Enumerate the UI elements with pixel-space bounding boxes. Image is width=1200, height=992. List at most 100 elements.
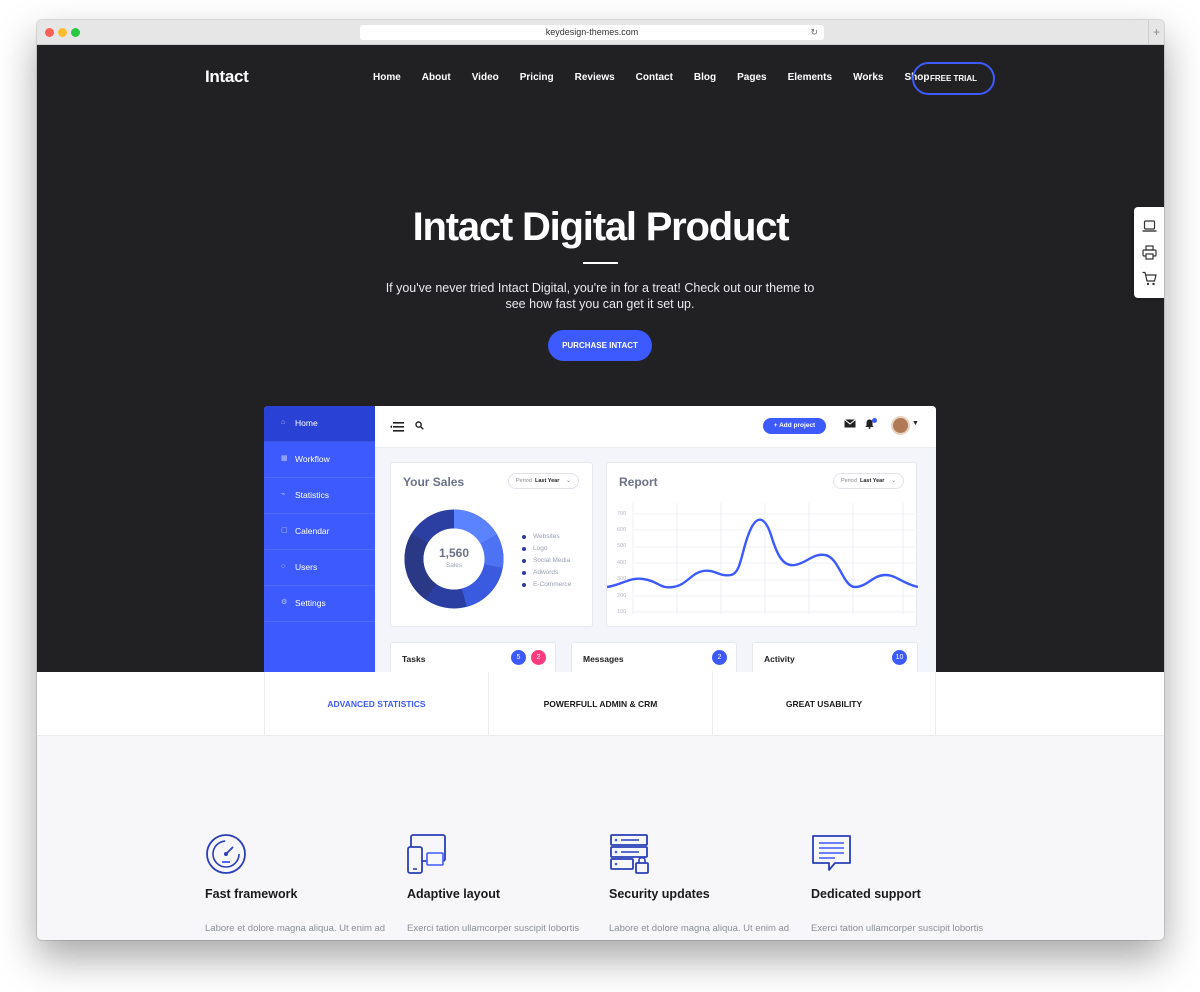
activity-label: Activity	[764, 654, 795, 664]
nav-item-about[interactable]: About	[422, 72, 451, 83]
browser-toolbar: keydesign-themes.com ↻ +	[37, 20, 1164, 45]
tasks-count-badge: 5	[511, 650, 526, 665]
messages-label: Messages	[583, 654, 624, 664]
sales-total: 1,560	[438, 546, 470, 560]
gear-icon: ⚙	[281, 599, 288, 606]
report-card: Report Period Last Year ⌄ 700 600 500 40…	[606, 462, 918, 627]
feature-text: Labore et dolore magna aliqua. Ut enim a…	[609, 923, 790, 934]
nav-item-video[interactable]: Video	[472, 72, 499, 83]
sales-period-select[interactable]: Period Last Year ⌄	[508, 473, 579, 489]
activity-count-badge: 10	[892, 650, 907, 665]
chevron-down-icon: ⌄	[565, 478, 571, 484]
dash-sidebar-label: Home	[295, 418, 318, 428]
legend-item: E-Commerce	[522, 579, 571, 591]
dash-sidebar-label: Workflow	[295, 454, 330, 464]
legend-item: Social Media	[522, 555, 571, 567]
user-icon: ○	[281, 563, 286, 570]
server-lock-icon	[610, 834, 649, 874]
dash-sidebar-label: Calendar	[295, 526, 330, 536]
nav-item-reviews[interactable]: Reviews	[575, 72, 615, 83]
period-label: Period	[841, 478, 857, 484]
close-window-button[interactable]	[45, 28, 54, 37]
features-section: Fast framework Labore et dolore magna al…	[37, 736, 1164, 940]
feature-title: Adaptive layout	[407, 887, 501, 901]
nav-item-blog[interactable]: Blog	[694, 72, 716, 83]
add-project-button[interactable]: + Add project	[763, 418, 826, 434]
period-value: Last Year	[534, 478, 560, 484]
messages-count-badge: 2	[712, 650, 727, 665]
grid-icon: ▦	[281, 455, 288, 462]
tasks-alert-badge: 2	[531, 650, 546, 665]
menu-icon[interactable]	[390, 422, 404, 435]
chat-icon	[812, 835, 851, 871]
nav-item-pages[interactable]: Pages	[737, 72, 766, 83]
nav-item-works[interactable]: Works	[853, 72, 883, 83]
chart-icon: ⌁	[281, 491, 286, 498]
dash-sidebar-label: Settings	[295, 598, 326, 608]
dash-sidebar-label: Statistics	[295, 490, 330, 500]
purchase-button[interactable]: PURCHASE INTACT	[548, 330, 652, 361]
notification-dot	[872, 418, 877, 423]
report-line-chart	[607, 503, 918, 615]
dashboard-topbar: + Add project ▼	[375, 406, 936, 448]
reload-icon[interactable]: ↻	[810, 25, 818, 40]
feature-tabs: ADVANCED STATISTICS POWERFULL ADMIN & CR…	[37, 672, 1164, 736]
mail-icon[interactable]	[844, 419, 856, 431]
dash-sidebar-label: Users	[295, 562, 318, 572]
dashboard-preview: ⌂ Home ▦ Workflow ⌁ Statistics ▢ Calenda…	[264, 406, 936, 672]
sales-legend: Websites Logo Social Media Adwords E-Com…	[522, 531, 571, 591]
speedometer-icon	[206, 834, 246, 874]
hero-section: Intact Home About Video Pricing Reviews …	[37, 45, 1164, 672]
report-period-select[interactable]: Period Last Year ⌄	[833, 473, 904, 489]
dash-sidebar-item-workflow[interactable]: ▦ Workflow	[264, 442, 375, 478]
feature-title: Security updates	[609, 887, 710, 901]
cart-icon[interactable]	[1142, 271, 1157, 286]
feature-text: Exerci tation ullamcorper suscipit lobor…	[407, 923, 580, 934]
feature-text: Labore et dolore magna aliqua. Ut enim a…	[205, 923, 386, 934]
sales-total-label: Sales	[445, 562, 463, 569]
tab-admin-crm[interactable]: POWERFULL ADMIN & CRM	[488, 672, 712, 736]
hero-title: Intact Digital Product	[412, 205, 790, 249]
new-tab-button[interactable]: +	[1148, 20, 1164, 45]
nav-item-pricing[interactable]: Pricing	[520, 72, 554, 83]
period-label: Period	[516, 478, 532, 484]
devices-icon	[407, 834, 446, 874]
tasks-card[interactable]: Tasks 5 2	[390, 642, 556, 672]
chevron-down-icon[interactable]: ▼	[912, 420, 919, 427]
minimize-window-button[interactable]	[58, 28, 67, 37]
dash-sidebar-item-users[interactable]: ○ Users	[264, 550, 375, 586]
dash-sidebar-item-home[interactable]: ⌂ Home	[264, 406, 375, 442]
legend-item: Adwords	[522, 567, 571, 579]
messages-card[interactable]: Messages 2	[571, 642, 737, 672]
calendar-icon: ▢	[281, 527, 288, 534]
floating-side-panel	[1134, 207, 1164, 298]
nav-item-contact[interactable]: Contact	[636, 72, 673, 83]
dash-sidebar-item-calendar[interactable]: ▢ Calendar	[264, 514, 375, 550]
sales-card-title: Your Sales	[403, 475, 465, 489]
address-bar[interactable]: keydesign-themes.com ↻	[360, 25, 824, 40]
site-logo[interactable]: Intact	[205, 67, 249, 87]
legend-item: Websites	[522, 531, 571, 543]
browser-window: keydesign-themes.com ↻ + Intact Home Abo…	[37, 20, 1164, 940]
dash-sidebar-item-statistics[interactable]: ⌁ Statistics	[264, 478, 375, 514]
tab-great-usability[interactable]: GREAT USABILITY	[712, 672, 936, 736]
address-bar-url: keydesign-themes.com	[545, 27, 639, 37]
avatar[interactable]	[891, 416, 910, 435]
report-card-title: Report	[619, 475, 658, 489]
dashboard-sidebar: ⌂ Home ▦ Workflow ⌁ Statistics ▢ Calenda…	[264, 406, 375, 672]
home-icon: ⌂	[281, 419, 286, 426]
tab-advanced-statistics[interactable]: ADVANCED STATISTICS	[264, 672, 488, 736]
search-icon[interactable]	[415, 421, 424, 433]
free-trial-button[interactable]: FREE TRIAL	[912, 62, 995, 95]
chevron-down-icon: ⌄	[890, 478, 896, 484]
nav-item-home[interactable]: Home	[373, 72, 401, 83]
tasks-label: Tasks	[402, 654, 426, 664]
laptop-icon[interactable]	[1142, 219, 1157, 234]
legend-item: Logo	[522, 543, 571, 555]
dash-sidebar-item-settings[interactable]: ⚙ Settings	[264, 586, 375, 622]
feature-title: Fast framework	[205, 887, 298, 901]
zoom-window-button[interactable]	[71, 28, 80, 37]
printer-icon[interactable]	[1142, 245, 1157, 260]
nav-item-elements[interactable]: Elements	[788, 72, 832, 83]
activity-card[interactable]: Activity 10	[752, 642, 918, 672]
